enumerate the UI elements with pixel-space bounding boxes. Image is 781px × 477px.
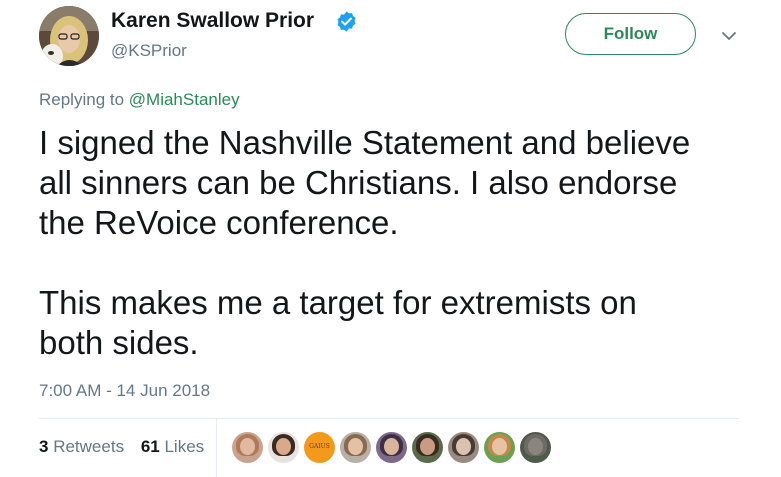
liker-avatar[interactable] — [340, 432, 371, 463]
likes-label: Likes — [164, 437, 205, 456]
author-handle[interactable]: @KSPrior — [111, 40, 187, 62]
verified-badge-icon — [337, 11, 356, 32]
liker-avatar[interactable] — [484, 432, 515, 463]
likes-stat[interactable]: 61 Likes — [141, 436, 204, 458]
replying-prefix: Replying to — [39, 90, 129, 109]
retweets-label: Retweets — [53, 437, 125, 456]
retweets-stat[interactable]: 3 Retweets — [39, 436, 124, 458]
liker-face — [492, 438, 507, 455]
reply-mention-link[interactable]: @MiahStanley — [129, 90, 240, 109]
liker-avatar[interactable] — [376, 432, 407, 463]
liker-avatars: GAIUS — [232, 432, 556, 464]
liker-avatar[interactable] — [412, 432, 443, 463]
liker-face — [528, 438, 543, 455]
liker-avatar[interactable]: GAIUS — [304, 432, 335, 463]
liker-avatar-text: GAIUS — [309, 443, 330, 450]
tweet-stats: 3 Retweets 61 Likes — [39, 436, 216, 458]
liker-face — [384, 438, 399, 455]
retweets-count: 3 — [39, 437, 49, 456]
liker-face — [240, 438, 255, 455]
likes-count: 61 — [140, 437, 160, 456]
profile-photo-icon — [39, 6, 99, 66]
liker-avatar[interactable] — [232, 432, 263, 463]
liker-face — [276, 438, 291, 455]
liker-avatar[interactable] — [520, 432, 551, 463]
chevron-down-icon[interactable] — [719, 28, 739, 44]
liker-face — [456, 438, 471, 455]
author-name[interactable]: Karen Swallow Prior — [111, 8, 314, 34]
tweet-text: I signed the Nashville Statement and bel… — [39, 124, 691, 361]
tweet-timestamp[interactable]: 7:00 AM - 14 Jun 2018 — [39, 380, 210, 402]
replying-to: Replying to @MiahStanley — [39, 89, 240, 111]
stats-divider — [216, 419, 217, 477]
liker-avatar[interactable] — [448, 432, 479, 463]
author-avatar[interactable] — [39, 6, 99, 66]
follow-button[interactable]: Follow — [565, 13, 696, 55]
liker-face — [420, 438, 435, 455]
liker-avatar[interactable] — [268, 432, 299, 463]
divider — [39, 418, 739, 419]
liker-face — [348, 438, 363, 455]
